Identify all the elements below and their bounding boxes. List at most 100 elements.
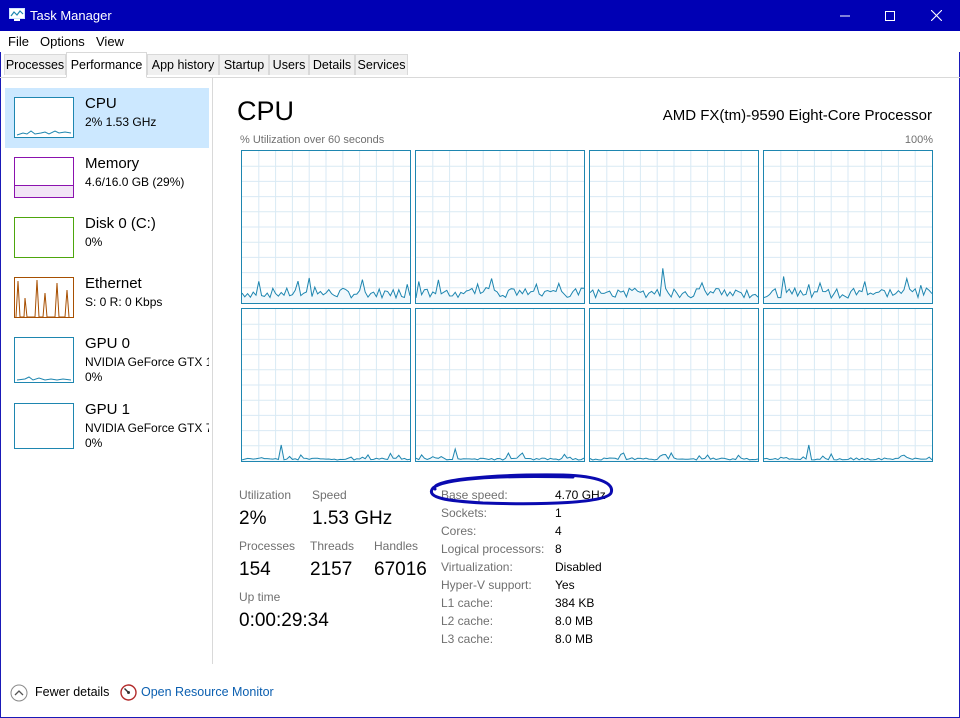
threads-value: 2157 <box>310 559 353 580</box>
menu-view[interactable]: View <box>96 34 124 49</box>
core-utilization-plot <box>590 309 758 461</box>
tab-details[interactable]: Details <box>309 54 355 75</box>
threads-label: Threads <box>310 539 355 553</box>
speed-value: 1.53 GHz <box>312 508 393 529</box>
sidebar-item-memory[interactable]: Memory 4.6/16.0 GB (29%) <box>5 148 209 208</box>
detail-key: Virtualization: <box>441 560 513 574</box>
title-bar[interactable]: Task Manager <box>0 0 960 31</box>
sidebar-item-label: GPU 0 <box>85 335 131 352</box>
maximize-button[interactable] <box>867 0 913 31</box>
sidebar-item-label: CPU <box>85 95 117 112</box>
utilization-value: 2% <box>239 508 267 529</box>
sidebar-item-usage: 0% <box>85 436 103 450</box>
task-manager-icon <box>9 8 25 21</box>
tab-app-history[interactable]: App history <box>147 54 219 75</box>
sidebar-item-label: GPU 1 <box>85 401 131 418</box>
sidebar-item-disk[interactable]: Disk 0 (C:) 0% <box>5 208 209 268</box>
core-utilization-plot <box>242 309 410 461</box>
core-graph-6 <box>589 308 759 462</box>
core-graph-7 <box>763 308 933 462</box>
sidebar-item-usage: 0% <box>85 370 103 384</box>
hand-drawn-circle-annotation <box>429 473 614 506</box>
core-utilization-plot <box>416 309 584 461</box>
core-utilization-plot <box>764 151 932 303</box>
tab-users[interactable]: Users <box>269 54 309 75</box>
sidebar-item-gpu0[interactable]: GPU 0 NVIDIA GeForce GTX 1080 0% <box>5 328 209 388</box>
close-icon <box>930 10 942 21</box>
sidebar-item-detail: 2% 1.53 GHz <box>85 115 157 129</box>
resource-monitor-icon <box>120 684 137 701</box>
chevron-up-circle-icon[interactable] <box>10 684 28 702</box>
gpu0-thumbnail-graph <box>14 337 74 383</box>
fewer-details-button[interactable]: Fewer details <box>35 685 109 699</box>
handles-value: 67016 <box>374 559 427 580</box>
sidebar-item-detail: S: 0 R: 0 Kbps <box>85 295 163 309</box>
tab-services[interactable]: Services <box>355 54 408 75</box>
sidebar-item-detail: 4.6/16.0 GB (29%) <box>85 175 185 189</box>
core-graph-5 <box>415 308 585 462</box>
detail-key: Logical processors: <box>441 542 545 556</box>
detail-key: L3 cache: <box>441 632 494 646</box>
speed-label: Speed <box>312 488 347 502</box>
tab-processes[interactable]: Processes <box>4 54 66 75</box>
processes-label: Processes <box>239 539 296 553</box>
core-utilization-plot <box>242 151 410 303</box>
graph-max-label: 100% <box>904 134 933 146</box>
detail-value: 8 <box>555 542 562 556</box>
detail-value: 4 <box>555 524 562 538</box>
page-title: CPU <box>237 96 295 126</box>
menu-options[interactable]: Options <box>40 34 85 49</box>
sidebar-item-label: Memory <box>85 155 140 172</box>
handles-label: Handles <box>374 539 419 553</box>
detail-key: L1 cache: <box>441 596 494 610</box>
maximize-icon <box>885 10 895 21</box>
menu-file[interactable]: File <box>8 34 29 49</box>
sidebar-item-detail: NVIDIA GeForce GTX 1080 <box>85 355 209 369</box>
graph-caption: % Utilization over 60 seconds <box>240 134 385 146</box>
detail-value: Disabled <box>555 560 602 574</box>
disk-thumbnail-graph <box>14 217 74 258</box>
ethernet-thumbnail-graph <box>14 277 74 318</box>
core-graph-2 <box>589 150 759 304</box>
core-graph-0 <box>241 150 411 304</box>
cpu-panel: CPU AMD FX(tm)-9590 Eight-Core Processor… <box>213 78 960 664</box>
core-graph-4 <box>241 308 411 462</box>
sidebar-item-ethernet[interactable]: Ethernet S: 0 R: 0 Kbps <box>5 268 209 328</box>
sidebar-item-detail: 0% <box>85 235 103 249</box>
close-button[interactable] <box>913 0 959 31</box>
gpu1-thumbnail-graph <box>14 403 74 449</box>
open-resource-monitor-link[interactable]: Open Resource Monitor <box>141 685 274 699</box>
tab-performance[interactable]: Performance <box>66 52 147 78</box>
tab-startup[interactable]: Startup <box>219 54 269 75</box>
core-utilization-plot <box>590 151 758 303</box>
minimize-button[interactable] <box>822 0 868 31</box>
core-graph-3 <box>763 150 933 304</box>
uptime-value: 0:00:29:34 <box>239 610 329 631</box>
utilization-label: Utilization <box>239 488 292 502</box>
detail-value: 8.0 MB <box>555 632 594 646</box>
performance-sidebar: CPU 2% 1.53 GHz Memory 4.6/16.0 GB (29%)… <box>0 78 213 664</box>
core-graph-1 <box>415 150 585 304</box>
detail-value: Yes <box>555 578 575 592</box>
detail-key: L2 cache: <box>441 614 494 628</box>
cpu-thumbnail-graph <box>14 97 74 138</box>
detail-key: Hyper-V support: <box>441 578 532 592</box>
detail-value: 8.0 MB <box>555 614 594 628</box>
processes-value: 154 <box>239 559 271 580</box>
menu-bar: File Options View <box>0 31 960 52</box>
core-utilization-plot <box>764 309 932 461</box>
memory-thumbnail-graph <box>14 157 74 198</box>
tab-bar: Processes Performance App history Startu… <box>0 52 960 78</box>
sidebar-item-gpu1[interactable]: GPU 1 NVIDIA GeForce GTX 770 0% <box>5 394 209 454</box>
sidebar-item-detail: NVIDIA GeForce GTX 770 <box>85 421 209 435</box>
detail-value: 384 KB <box>555 596 595 610</box>
window-title: Task Manager <box>30 8 112 23</box>
sidebar-item-label: Ethernet <box>85 275 142 292</box>
detail-key: Cores: <box>441 524 477 538</box>
uptime-label: Up time <box>239 590 281 604</box>
processor-name: AMD FX(tm)-9590 Eight-Core Processor <box>662 107 932 124</box>
sidebar-item-cpu[interactable]: CPU 2% 1.53 GHz <box>5 88 209 148</box>
core-utilization-plot <box>416 151 584 303</box>
footer: Fewer details Open Resource Monitor <box>0 664 960 718</box>
sidebar-item-label: Disk 0 (C:) <box>85 215 156 232</box>
